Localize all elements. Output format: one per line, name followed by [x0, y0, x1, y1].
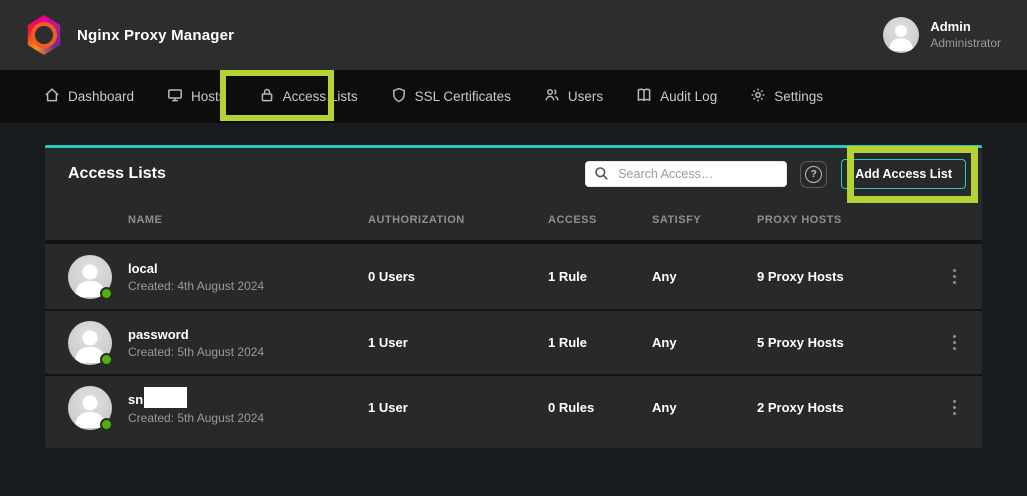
nav-item-dashboard[interactable]: Dashboard [44, 87, 134, 106]
app-header: Nginx Proxy Manager Admin Administrator [0, 0, 1027, 70]
panel-toolbar: ? Add Access List [585, 159, 966, 189]
status-dot-icon [100, 287, 113, 300]
proxy-hosts-value: 5 Proxy Hosts [757, 335, 926, 350]
nav-item-audit-log[interactable]: Audit Log [636, 87, 717, 106]
access-list-name: local [128, 261, 368, 276]
proxy-hosts-value: 2 Proxy Hosts [757, 400, 926, 415]
row-avatar-cell [68, 255, 112, 299]
name-cell: sn Created: 5th August 2024 [128, 390, 368, 425]
nav-label: Users [568, 89, 603, 104]
search-icon [594, 166, 609, 186]
table-row[interactable]: local Created: 4th August 2024 0 Users 1… [45, 244, 982, 309]
user-meta: Admin Administrator [930, 19, 1001, 50]
app-title: Nginx Proxy Manager [77, 27, 234, 44]
table-header-row: NAME AUTHORIZATION ACCESS SATISFY PROXY … [45, 200, 982, 240]
created-date: Created: 4th August 2024 [128, 279, 368, 293]
access-lists-panel: Access Lists ? Add Access List [45, 145, 982, 448]
user-avatar [883, 17, 919, 53]
user-menu[interactable]: Admin Administrator [883, 17, 1001, 53]
lock-icon [259, 87, 275, 106]
column-header-access: ACCESS [548, 214, 652, 226]
monitor-icon [167, 87, 183, 106]
row-avatar-cell [68, 321, 112, 365]
nav-label: Hosts [191, 89, 226, 104]
status-dot-icon [100, 353, 113, 366]
access-list-name: password [128, 327, 368, 342]
nav-label: Audit Log [660, 89, 717, 104]
name-cell: local Created: 4th August 2024 [128, 261, 368, 293]
brand: Nginx Proxy Manager [26, 15, 234, 55]
user-name: Admin [930, 19, 1001, 35]
users-icon [544, 87, 560, 106]
nav-label: SSL Certificates [415, 89, 511, 104]
nav-item-hosts[interactable]: Hosts [167, 87, 226, 106]
created-date: Created: 5th August 2024 [128, 411, 368, 425]
column-header-name: NAME [128, 214, 368, 226]
column-header-proxy-hosts: PROXY HOSTS [757, 214, 926, 226]
gear-icon [750, 87, 766, 106]
redaction-box [144, 387, 187, 408]
main-nav: Dashboard Hosts Access Lists SSL Certifi… [0, 70, 1027, 123]
help-icon: ? [805, 166, 822, 183]
nav-label: Settings [774, 89, 823, 104]
shield-icon [391, 87, 407, 106]
status-dot-icon [100, 418, 113, 431]
search-input[interactable] [585, 161, 787, 187]
access-list-name: sn [128, 390, 368, 408]
access-list-name-text: sn [128, 392, 143, 407]
access-value: 0 Rules [548, 400, 652, 415]
row-menu-icon[interactable] [944, 265, 964, 289]
name-cell: password Created: 5th August 2024 [128, 327, 368, 359]
npm-logo-icon [26, 15, 62, 55]
authorization-value: 1 User [368, 335, 548, 350]
satisfy-value: Any [652, 400, 757, 415]
book-icon [636, 87, 652, 106]
access-value: 1 Rule [548, 269, 652, 284]
user-role: Administrator [930, 36, 1001, 51]
search-box [585, 161, 787, 187]
panel-header: Access Lists ? Add Access List [45, 148, 982, 200]
table-row[interactable]: sn Created: 5th August 2024 1 User 0 Rul… [45, 374, 982, 439]
nav-item-users[interactable]: Users [544, 87, 603, 106]
main-content: Access Lists ? Add Access List [0, 123, 1027, 496]
nginx-proxy-manager-app: Nginx Proxy Manager Admin Administrator … [0, 0, 1027, 496]
nav-item-settings[interactable]: Settings [750, 87, 823, 106]
authorization-value: 1 User [368, 400, 548, 415]
row-menu-icon[interactable] [944, 396, 964, 420]
add-access-list-button[interactable]: Add Access List [841, 159, 966, 189]
home-icon [44, 87, 60, 106]
satisfy-value: Any [652, 335, 757, 350]
access-value: 1 Rule [548, 335, 652, 350]
nav-item-ssl-certificates[interactable]: SSL Certificates [391, 87, 511, 106]
page-title: Access Lists [68, 165, 166, 183]
table-row[interactable]: password Created: 5th August 2024 1 User… [45, 309, 982, 374]
nav-item-access-lists[interactable]: Access Lists [259, 87, 358, 106]
row-avatar-cell [68, 386, 112, 430]
created-date: Created: 5th August 2024 [128, 345, 368, 359]
satisfy-value: Any [652, 269, 757, 284]
help-button[interactable]: ? [800, 161, 827, 188]
row-menu-icon[interactable] [944, 331, 964, 355]
nav-label: Access Lists [283, 89, 358, 104]
proxy-hosts-value: 9 Proxy Hosts [757, 269, 926, 284]
column-header-authorization: AUTHORIZATION [368, 214, 548, 226]
nav-label: Dashboard [68, 89, 134, 104]
column-header-satisfy: SATISFY [652, 214, 757, 226]
authorization-value: 0 Users [368, 269, 548, 284]
